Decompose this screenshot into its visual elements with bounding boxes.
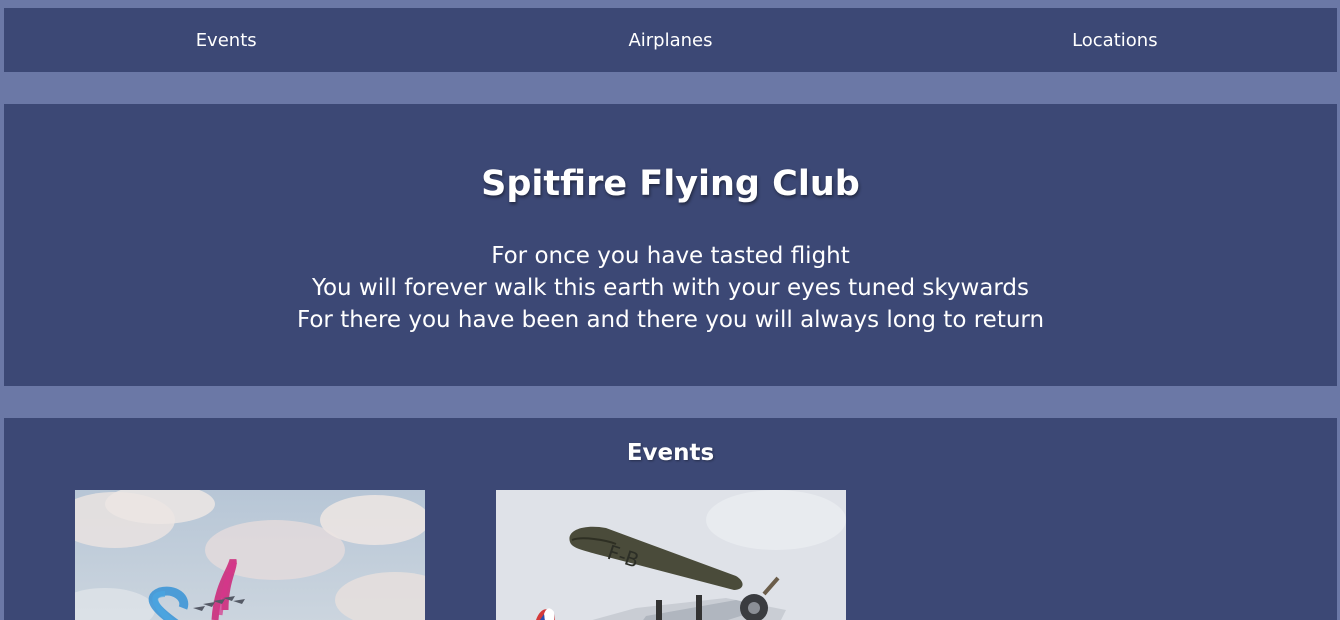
quote-line-3: For there you have been and there you wi… [296, 307, 1045, 333]
page-title: Spitfire Flying Club [481, 164, 860, 204]
quote-line-1: For once you have tasted flight [491, 243, 850, 269]
vintage-biplane-image: F-B [496, 490, 846, 620]
vintage-biplane-photo[interactable]: F-B [496, 490, 846, 620]
quote-line-2: You will forever walk this earth with yo… [311, 275, 1030, 301]
aerobatic-display-photo[interactable] [75, 490, 425, 620]
events-section: Events F-B [4, 418, 1337, 620]
top-navigation: Events Airplanes Locations [4, 8, 1337, 72]
nav-item-events[interactable]: Events [4, 30, 448, 51]
aerobatic-display-image [75, 490, 425, 620]
nav-item-airplanes[interactable]: Airplanes [448, 30, 892, 51]
hero-section: Spitfire Flying Club For once you have t… [4, 104, 1337, 386]
nav-item-locations[interactable]: Locations [893, 30, 1337, 51]
events-heading: Events [626, 440, 715, 466]
hero-quote: For once you have tasted flight You will… [4, 240, 1337, 336]
